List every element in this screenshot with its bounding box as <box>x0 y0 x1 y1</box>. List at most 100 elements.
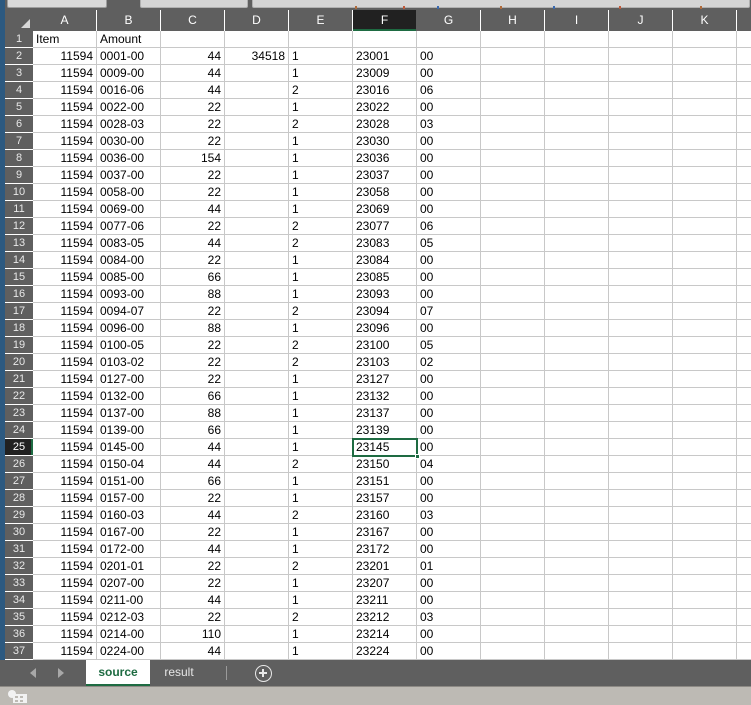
cell-A8[interactable]: 11594 <box>33 150 97 166</box>
cell-L1[interactable] <box>737 31 751 47</box>
table-row[interactable]: 11594 0030-00 22 1 23030 00 <box>33 133 751 150</box>
cell-I3[interactable] <box>545 65 609 81</box>
cell-I13[interactable] <box>545 235 609 251</box>
table-row[interactable]: 11594 0058-00 22 1 23058 00 <box>33 184 751 201</box>
cell-A26[interactable]: 11594 <box>33 456 97 472</box>
cell-D8[interactable] <box>225 150 289 166</box>
cell-I34[interactable] <box>545 592 609 608</box>
cell-E33[interactable]: 1 <box>289 575 353 591</box>
cell-D20[interactable] <box>225 354 289 370</box>
cell-H31[interactable] <box>481 541 545 557</box>
table-row[interactable]: 11594 0157-00 22 1 23157 00 <box>33 490 751 507</box>
cell-A6[interactable]: 11594 <box>33 116 97 132</box>
column-header-k[interactable]: K <box>673 10 737 31</box>
cell-J31[interactable] <box>609 541 673 557</box>
cell-A12[interactable]: 11594 <box>33 218 97 234</box>
row-header-36[interactable]: 36 <box>5 626 33 643</box>
table-row[interactable]: 11594 0077-06 22 2 23077 06 <box>33 218 751 235</box>
cell-C34[interactable]: 44 <box>161 592 225 608</box>
cell-D35[interactable] <box>225 609 289 625</box>
cell-I7[interactable] <box>545 133 609 149</box>
cell-I37[interactable] <box>545 643 609 659</box>
cell-B31[interactable]: 0172-00 <box>97 541 161 557</box>
cell-G1[interactable] <box>417 31 481 47</box>
cell-I23[interactable] <box>545 405 609 421</box>
cell-L4[interactable] <box>737 82 751 98</box>
cell-H14[interactable] <box>481 252 545 268</box>
cell-E17[interactable]: 2 <box>289 303 353 319</box>
cell-H25[interactable] <box>481 439 545 455</box>
cell-J36[interactable] <box>609 626 673 642</box>
cell-F18[interactable]: 23096 <box>353 320 417 336</box>
cell-K3[interactable] <box>673 65 737 81</box>
cell-C13[interactable]: 44 <box>161 235 225 251</box>
cell-H20[interactable] <box>481 354 545 370</box>
cell-I12[interactable] <box>545 218 609 234</box>
cell-J7[interactable] <box>609 133 673 149</box>
cell-J23[interactable] <box>609 405 673 421</box>
cell-K9[interactable] <box>673 167 737 183</box>
cell-H11[interactable] <box>481 201 545 217</box>
cell-J6[interactable] <box>609 116 673 132</box>
cell-K8[interactable] <box>673 150 737 166</box>
cell-C21[interactable]: 22 <box>161 371 225 387</box>
cell-D12[interactable] <box>225 218 289 234</box>
cell-B3[interactable]: 0009-00 <box>97 65 161 81</box>
cell-F31[interactable]: 23172 <box>353 541 417 557</box>
cell-E31[interactable]: 1 <box>289 541 353 557</box>
row-header-23[interactable]: 23 <box>5 405 33 422</box>
cell-J3[interactable] <box>609 65 673 81</box>
column-header-j[interactable]: J <box>609 10 673 31</box>
cell-F9[interactable]: 23037 <box>353 167 417 183</box>
cell-C8[interactable]: 154 <box>161 150 225 166</box>
cell-D7[interactable] <box>225 133 289 149</box>
table-row[interactable]: 11594 0069-00 44 1 23069 00 <box>33 201 751 218</box>
table-row[interactable]: 11594 0028-03 22 2 23028 03 <box>33 116 751 133</box>
cell-B4[interactable]: 0016-06 <box>97 82 161 98</box>
cell-A17[interactable]: 11594 <box>33 303 97 319</box>
cell-C6[interactable]: 22 <box>161 116 225 132</box>
triangle-left-icon[interactable] <box>30 668 36 678</box>
cell-G8[interactable]: 00 <box>417 150 481 166</box>
table-row[interactable]: 11594 0211-00 44 1 23211 00 <box>33 592 751 609</box>
cell-F13[interactable]: 23083 <box>353 235 417 251</box>
cell-F6[interactable]: 23028 <box>353 116 417 132</box>
table-row[interactable]: 11594 0172-00 44 1 23172 00 <box>33 541 751 558</box>
cell-G5[interactable]: 00 <box>417 99 481 115</box>
cell-A2[interactable]: 11594 <box>33 48 97 64</box>
cell-G28[interactable]: 00 <box>417 490 481 506</box>
cell-G4[interactable]: 06 <box>417 82 481 98</box>
cell-H26[interactable] <box>481 456 545 472</box>
cell-L26[interactable] <box>737 456 751 472</box>
column-header-g[interactable]: G <box>417 10 481 31</box>
cell-E26[interactable]: 2 <box>289 456 353 472</box>
cell-K17[interactable] <box>673 303 737 319</box>
cell-F26[interactable]: 23150 <box>353 456 417 472</box>
cell-A28[interactable]: 11594 <box>33 490 97 506</box>
cell-C32[interactable]: 22 <box>161 558 225 574</box>
cell-E7[interactable]: 1 <box>289 133 353 149</box>
row-header-11[interactable]: 11 <box>5 201 33 218</box>
cell-A27[interactable]: 11594 <box>33 473 97 489</box>
cell-H21[interactable] <box>481 371 545 387</box>
column-header-d[interactable]: D <box>225 10 289 31</box>
cell-E14[interactable]: 1 <box>289 252 353 268</box>
cell-B25[interactable]: 0145-00 <box>97 439 161 455</box>
cell-L35[interactable] <box>737 609 751 625</box>
cell-D26[interactable] <box>225 456 289 472</box>
worksheet-grid[interactable]: ABCDEFGHIJKL 123456789101112131415161718… <box>5 10 751 660</box>
select-all-corner-button[interactable] <box>5 10 33 31</box>
cell-F16[interactable]: 23093 <box>353 286 417 302</box>
cell-E34[interactable]: 1 <box>289 592 353 608</box>
cell-K20[interactable] <box>673 354 737 370</box>
cell-G34[interactable]: 00 <box>417 592 481 608</box>
cell-H27[interactable] <box>481 473 545 489</box>
cell-J21[interactable] <box>609 371 673 387</box>
cell-K35[interactable] <box>673 609 737 625</box>
table-row[interactable]: 11594 0127-00 22 1 23127 00 <box>33 371 751 388</box>
cell-F22[interactable]: 23132 <box>353 388 417 404</box>
cell-K21[interactable] <box>673 371 737 387</box>
sheet-nav-arrows[interactable] <box>22 662 82 684</box>
cell-H5[interactable] <box>481 99 545 115</box>
cell-B7[interactable]: 0030-00 <box>97 133 161 149</box>
